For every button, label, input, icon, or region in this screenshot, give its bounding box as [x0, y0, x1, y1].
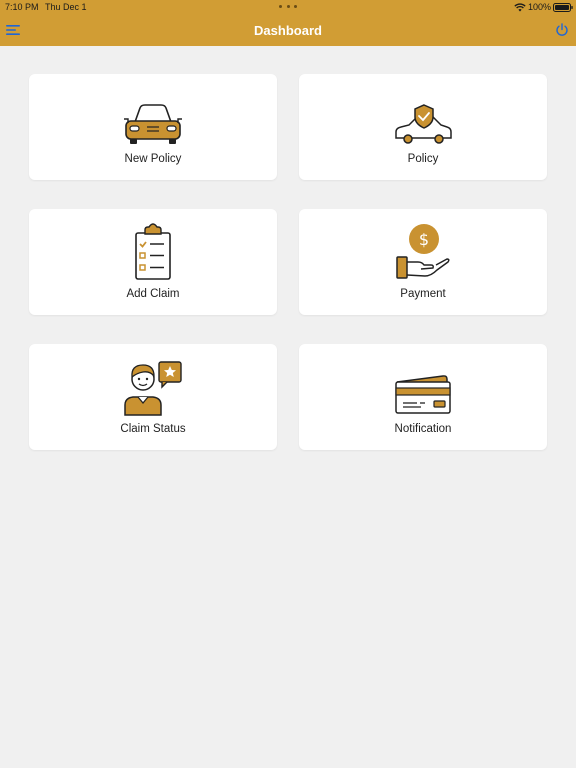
credit-card-icon	[395, 375, 451, 414]
tile-policy[interactable]: Policy	[299, 74, 547, 180]
clipboard-checklist-icon	[135, 223, 171, 280]
tile-label: New Policy	[124, 153, 182, 165]
page-title: Dashboard	[254, 23, 322, 38]
tile-label: Policy	[407, 153, 439, 165]
tile-new-policy[interactable]: New Policy	[29, 74, 277, 180]
multitasking-dots-icon[interactable]	[279, 5, 297, 9]
status-date: Thu Dec 1	[45, 2, 87, 12]
tile-add-claim[interactable]: Add Claim	[29, 209, 277, 315]
app-header: 7:10 PM Thu Dec 1 100% Dashboard	[0, 0, 576, 46]
wifi-icon	[514, 3, 526, 12]
person-chat-star-icon	[124, 361, 182, 416]
tile-label: Claim Status	[120, 423, 186, 435]
tile-label: Add Claim	[126, 288, 180, 300]
svg-text:$: $	[419, 230, 429, 249]
tile-claim-status[interactable]: Claim Status	[29, 344, 277, 450]
hand-coin-icon: $	[396, 224, 450, 279]
tile-payment[interactable]: $ Payment	[299, 209, 547, 315]
battery-icon	[553, 3, 573, 12]
power-icon[interactable]	[555, 23, 569, 37]
tile-label: Payment	[400, 288, 446, 300]
tile-label: Notification	[394, 423, 452, 435]
status-bar: 7:10 PM Thu Dec 1 100%	[0, 0, 576, 15]
status-time: 7:10 PM	[5, 2, 39, 12]
car-shield-icon	[395, 104, 452, 144]
battery-percentage: 100%	[528, 2, 552, 12]
car-icon	[124, 104, 182, 144]
tile-notification[interactable]: Notification	[299, 344, 547, 450]
